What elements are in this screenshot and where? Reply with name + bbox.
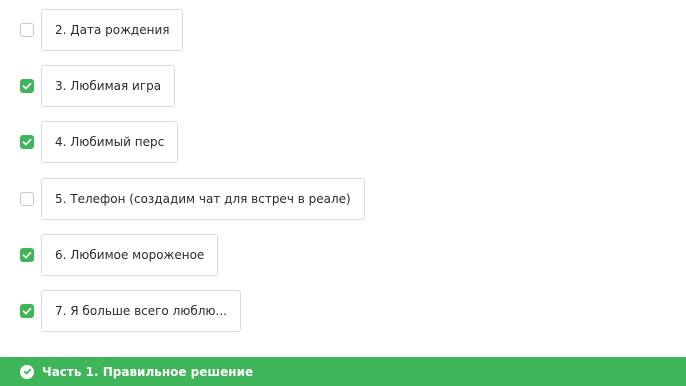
checkbox-favorite-ice-cream[interactable] [20, 248, 34, 262]
check-icon [22, 251, 32, 259]
banner-title: Часть 1. Правильное решение [42, 364, 254, 379]
checklist-page: 2. Дата рождения 3. Любимая игра 4. Люби… [0, 0, 686, 386]
item-love-most[interactable]: 7. Я больше всего люблю... [41, 290, 241, 332]
checkbox-phone[interactable] [20, 192, 34, 206]
checkbox-birthdate[interactable] [20, 23, 34, 37]
checkbox-favorite-character[interactable] [20, 135, 34, 149]
check-icon [22, 138, 32, 146]
item-favorite-game[interactable]: 3. Любимая игра [41, 65, 176, 107]
item-phone[interactable]: 5. Телефон (создадим чат для встреч в ре… [41, 178, 365, 220]
item-favorite-character[interactable]: 4. Любимый перс [41, 121, 179, 163]
item-birthdate[interactable]: 2. Дата рождения [41, 9, 184, 51]
solution-banner[interactable]: Часть 1. Правильное решение [0, 357, 686, 386]
check-circle-icon [20, 364, 34, 379]
check-icon [22, 307, 32, 315]
check-icon [22, 82, 32, 90]
item-favorite-ice-cream[interactable]: 6. Любимое мороженое [41, 234, 219, 276]
checkbox-love-most[interactable] [20, 304, 34, 318]
checkbox-favorite-game[interactable] [20, 79, 34, 93]
